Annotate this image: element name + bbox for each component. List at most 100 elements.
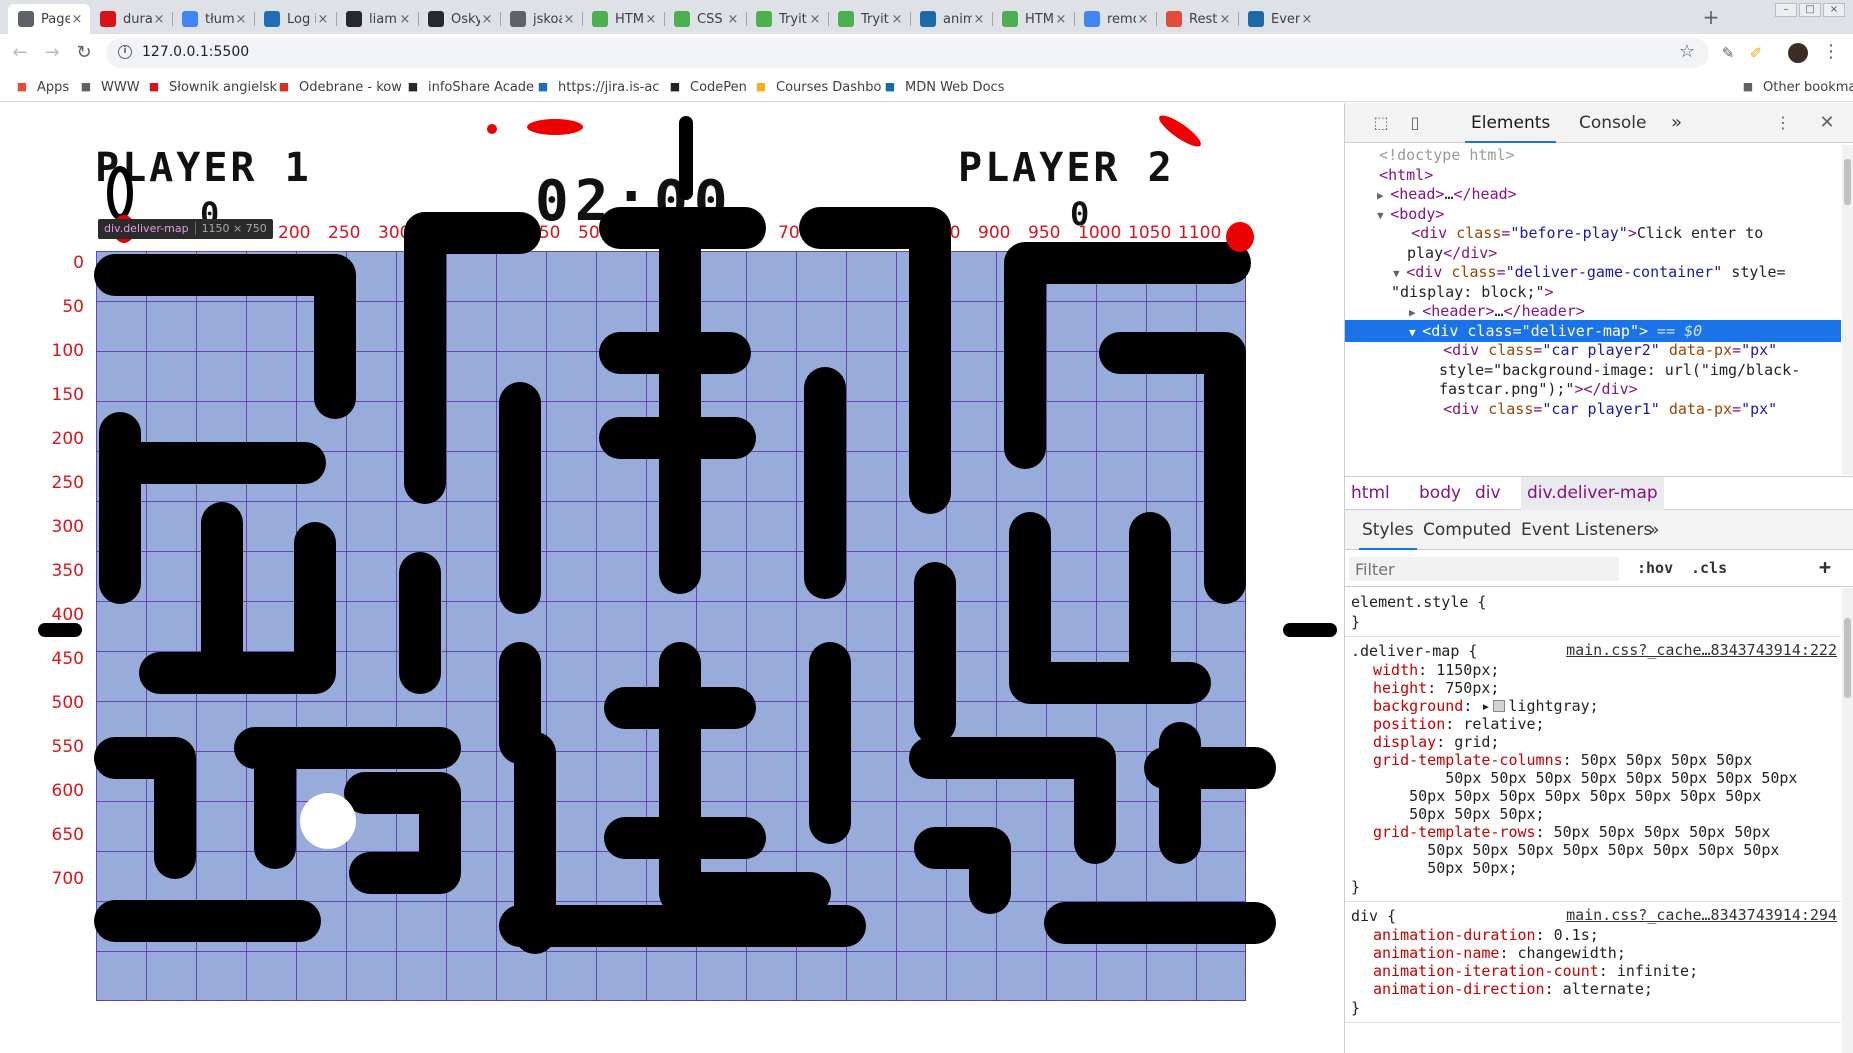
- highlighter-extension-icon[interactable]: ✐: [1746, 43, 1766, 63]
- browser-tab[interactable]: jskoa×: [500, 4, 582, 34]
- browser-tab[interactable]: HTML×: [582, 4, 664, 34]
- breadcrumb-item[interactable]: div.deliver-map: [1521, 477, 1664, 510]
- bookmark-item[interactable]: ■ Other bookmarks: [1740, 78, 1853, 96]
- close-icon[interactable]: ×: [890, 12, 904, 27]
- info-icon[interactable]: i: [118, 45, 132, 59]
- close-icon[interactable]: ×: [726, 12, 740, 27]
- css-declaration[interactable]: animation-duration: 0.1s;: [1351, 926, 1841, 944]
- close-icon[interactable]: ×: [562, 12, 576, 27]
- new-tab-button[interactable]: +: [1698, 6, 1724, 30]
- dom-node-line[interactable]: <div class="car player1" data-px="px": [1345, 398, 1841, 420]
- eyedropper-extension-icon[interactable]: ✎: [1718, 43, 1738, 63]
- css-scrollbar[interactable]: [1842, 588, 1853, 1053]
- close-icon[interactable]: ×: [1218, 12, 1232, 27]
- bookmark-item[interactable]: ■ Słownik angielsk: [146, 78, 277, 96]
- bookmark-item[interactable]: ■ Courses Dashbo: [753, 78, 882, 96]
- css-declaration[interactable]: height: 750px;: [1351, 679, 1841, 697]
- page-icon: [18, 11, 34, 27]
- close-icon[interactable]: ×: [398, 12, 412, 27]
- browser-tab[interactable]: anima×: [910, 4, 992, 34]
- browser-tab[interactable]: Event×: [1238, 4, 1320, 34]
- inspect-element-icon[interactable]: ⬚: [1369, 111, 1393, 135]
- close-icon[interactable]: ×: [1300, 12, 1314, 27]
- close-icon[interactable]: ×: [1136, 12, 1150, 27]
- cls-toggle[interactable]: .cls: [1691, 559, 1727, 577]
- bookmark-item[interactable]: ■ WWW: [78, 78, 140, 96]
- css-scrollbar-thumb[interactable]: [1844, 618, 1851, 698]
- close-window-button[interactable]: ×: [1823, 3, 1845, 17]
- devtools-menu-icon[interactable]: ⋮: [1771, 111, 1795, 135]
- chrome-menu-icon[interactable]: ⋮: [1822, 41, 1840, 62]
- tab-console[interactable]: Console: [1579, 103, 1647, 143]
- css-selector[interactable]: element.style {: [1351, 592, 1841, 612]
- css-property-name: background: [1373, 697, 1464, 715]
- css-declaration[interactable]: grid-template-rows: 50px 50px 50px 50px …: [1351, 823, 1841, 877]
- bookmark-item[interactable]: ■ https://jira.is-ac: [535, 78, 660, 96]
- close-icon[interactable]: ×: [972, 12, 986, 27]
- breadcrumb-item[interactable]: body: [1413, 477, 1467, 510]
- css-declaration[interactable]: width: 1150px;: [1351, 661, 1841, 679]
- tab-styles[interactable]: Styles: [1359, 510, 1417, 550]
- css-declaration[interactable]: animation-direction: alternate;: [1351, 980, 1841, 998]
- browser-tab[interactable]: Osky7×: [418, 4, 500, 34]
- more-tabs-button[interactable]: »: [1671, 103, 1682, 143]
- deliver-map[interactable]: [96, 251, 1246, 1001]
- bookmark-item[interactable]: ■ CodePen: [667, 78, 747, 96]
- css-declaration[interactable]: animation-name: changewidth;: [1351, 944, 1841, 962]
- bookmark-item[interactable]: ■ Odebrane - kow: [276, 78, 402, 96]
- hov-toggle[interactable]: :hov: [1637, 559, 1673, 577]
- expand-arrow-icon[interactable]: ▸: [1481, 697, 1490, 715]
- device-toolbar-icon[interactable]: ▯: [1403, 111, 1427, 135]
- styles-filter-input[interactable]: [1349, 557, 1619, 581]
- close-icon[interactable]: ×: [70, 12, 84, 27]
- css-source-link[interactable]: main.css?_cache…8343743914:294: [1566, 906, 1837, 924]
- bookmark-item[interactable]: ■ infoShare Acade: [405, 78, 534, 96]
- maximize-button[interactable]: □: [1799, 3, 1821, 17]
- close-icon[interactable]: ×: [152, 12, 166, 27]
- css-source-link[interactable]: main.css?_cache…8343743914:222: [1566, 641, 1837, 659]
- close-icon[interactable]: ×: [808, 12, 822, 27]
- browser-tab[interactable]: Page ×: [8, 4, 90, 34]
- browser-tab[interactable]: remov×: [1074, 4, 1156, 34]
- browser-tab[interactable]: CSS ar×: [664, 4, 746, 34]
- color-swatch[interactable]: [1493, 700, 1506, 712]
- dom-scrollbar-thumb[interactable]: [1844, 159, 1851, 205]
- browser-tab[interactable]: Resta×: [1156, 4, 1238, 34]
- close-icon[interactable]: ×: [316, 12, 330, 27]
- css-declaration[interactable]: display: grid;: [1351, 733, 1841, 751]
- profile-avatar[interactable]: [1788, 43, 1808, 63]
- browser-tab[interactable]: tłuma×: [172, 4, 254, 34]
- url-text[interactable]: 127.0.0.1:5500: [142, 44, 249, 60]
- breadcrumb-item[interactable]: div: [1469, 477, 1507, 510]
- close-devtools-icon[interactable]: ✕: [1815, 111, 1839, 135]
- bookmark-star-icon[interactable]: ☆: [1679, 41, 1695, 62]
- address-bar[interactable]: i 127.0.0.1:5500 ☆: [106, 38, 1709, 68]
- close-icon[interactable]: ×: [644, 12, 658, 27]
- reload-icon[interactable]: ↻: [72, 41, 96, 65]
- browser-tab[interactable]: HTML×: [992, 4, 1074, 34]
- new-rule-button[interactable]: +: [1819, 555, 1831, 579]
- back-icon[interactable]: ←: [8, 41, 32, 65]
- breadcrumb-item[interactable]: html: [1345, 477, 1396, 510]
- bookmark-item[interactable]: ■ Apps: [14, 78, 69, 96]
- tab-computed[interactable]: Computed: [1423, 510, 1511, 550]
- browser-tab[interactable]: durat×: [90, 4, 172, 34]
- dom-scrollbar[interactable]: [1842, 145, 1853, 475]
- bookmark-item[interactable]: ■ MDN Web Docs: [882, 78, 1005, 96]
- close-icon[interactable]: ×: [234, 12, 248, 27]
- css-declaration[interactable]: animation-iteration-count: infinite;: [1351, 962, 1841, 980]
- tab-event-listeners[interactable]: Event Listeners: [1521, 510, 1652, 550]
- browser-tab[interactable]: liamm×: [336, 4, 418, 34]
- more-style-tabs-button[interactable]: »: [1649, 510, 1659, 550]
- css-declaration[interactable]: grid-template-columns: 50px 50px 50px 50…: [1351, 751, 1841, 823]
- tab-elements[interactable]: Elements: [1465, 103, 1557, 143]
- browser-tab[interactable]: Tryit E×: [828, 4, 910, 34]
- browser-tab[interactable]: Tryit E×: [746, 4, 828, 34]
- forward-icon[interactable]: →: [40, 41, 64, 65]
- close-icon[interactable]: ×: [480, 12, 494, 27]
- css-declaration[interactable]: position: relative;: [1351, 715, 1841, 733]
- css-declaration[interactable]: background: ▸ lightgray;: [1351, 697, 1841, 715]
- minimize-button[interactable]: –: [1775, 3, 1797, 17]
- browser-tab[interactable]: Log in×: [254, 4, 336, 34]
- close-icon[interactable]: ×: [1054, 12, 1068, 27]
